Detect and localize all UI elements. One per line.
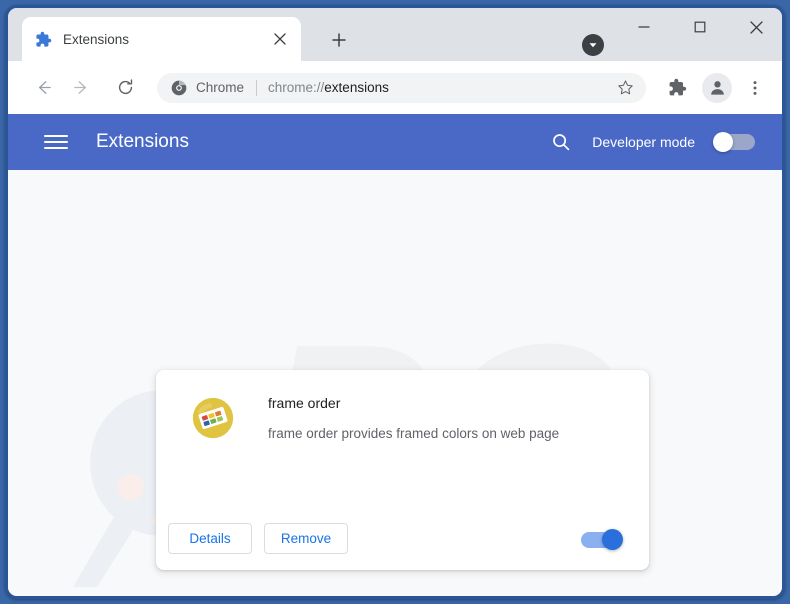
address-bar[interactable]: Chrome chrome://extensions — [157, 72, 646, 103]
new-tab-button[interactable] — [326, 27, 352, 53]
arrow-left-icon — [38, 81, 51, 94]
extension-description: frame order provides framed colors on we… — [268, 426, 560, 441]
extensions-content-area: PC risk.com — [8, 170, 782, 596]
developer-mode-label: Developer mode — [592, 134, 695, 150]
search-icon[interactable] — [547, 128, 575, 156]
browser-toolbar: Chrome chrome://extensions — [8, 61, 782, 114]
address-bar-url: chrome://extensions — [268, 80, 389, 95]
extension-card: frame order frame order provides framed … — [156, 370, 649, 570]
color-palette-swatch-icon — [192, 397, 234, 439]
omnibox-divider — [256, 79, 258, 96]
extension-card-actions: Details Remove — [168, 523, 348, 554]
extensions-page-header: Extensions Developer mode — [8, 114, 782, 170]
star-icon[interactable] — [612, 75, 638, 101]
url-path: extensions — [324, 80, 389, 95]
browser-window-inner: Extensions Chrome chrome://extensions Ex… — [8, 8, 782, 596]
developer-mode-toggle[interactable] — [713, 132, 755, 152]
puzzle-piece-icon — [669, 78, 686, 96]
details-button[interactable]: Details — [168, 523, 252, 554]
profile-button[interactable] — [702, 72, 732, 103]
toggle-knob — [713, 132, 733, 152]
tab-close-icon[interactable] — [269, 28, 291, 50]
extension-enabled-toggle[interactable] — [581, 529, 623, 551]
tab-strip: Extensions — [8, 8, 782, 61]
close-window-button[interactable] — [734, 11, 779, 43]
toggle-knob — [602, 529, 623, 550]
browser-window: Extensions Chrome chrome://extensions Ex… — [5, 5, 785, 599]
reload-icon — [118, 79, 132, 95]
site-chip-label: Chrome — [196, 80, 245, 95]
extension-name: frame order — [268, 395, 341, 411]
maximize-button[interactable] — [677, 11, 722, 43]
remove-button[interactable]: Remove — [264, 523, 348, 554]
minimize-button[interactable] — [621, 11, 666, 43]
person-icon — [710, 81, 724, 95]
chrome-menu-button[interactable] — [740, 73, 770, 103]
arrow-right-icon — [73, 81, 86, 94]
extensions-toolbar-button[interactable] — [662, 73, 692, 103]
forward-button[interactable] — [66, 73, 96, 103]
three-dots-vertical-icon — [753, 80, 757, 95]
reload-button[interactable] — [110, 73, 140, 103]
tab-title: Extensions — [63, 31, 130, 47]
chrome-logo-icon — [171, 80, 187, 95]
page-title: Extensions — [96, 131, 189, 152]
hamburger-menu-icon[interactable] — [44, 130, 68, 154]
puzzle-piece-icon — [36, 31, 52, 47]
back-button[interactable] — [28, 73, 58, 103]
url-scheme: chrome:// — [268, 80, 325, 95]
tab-search-icon[interactable] — [582, 34, 604, 56]
browser-tab-extensions[interactable]: Extensions — [22, 17, 301, 61]
